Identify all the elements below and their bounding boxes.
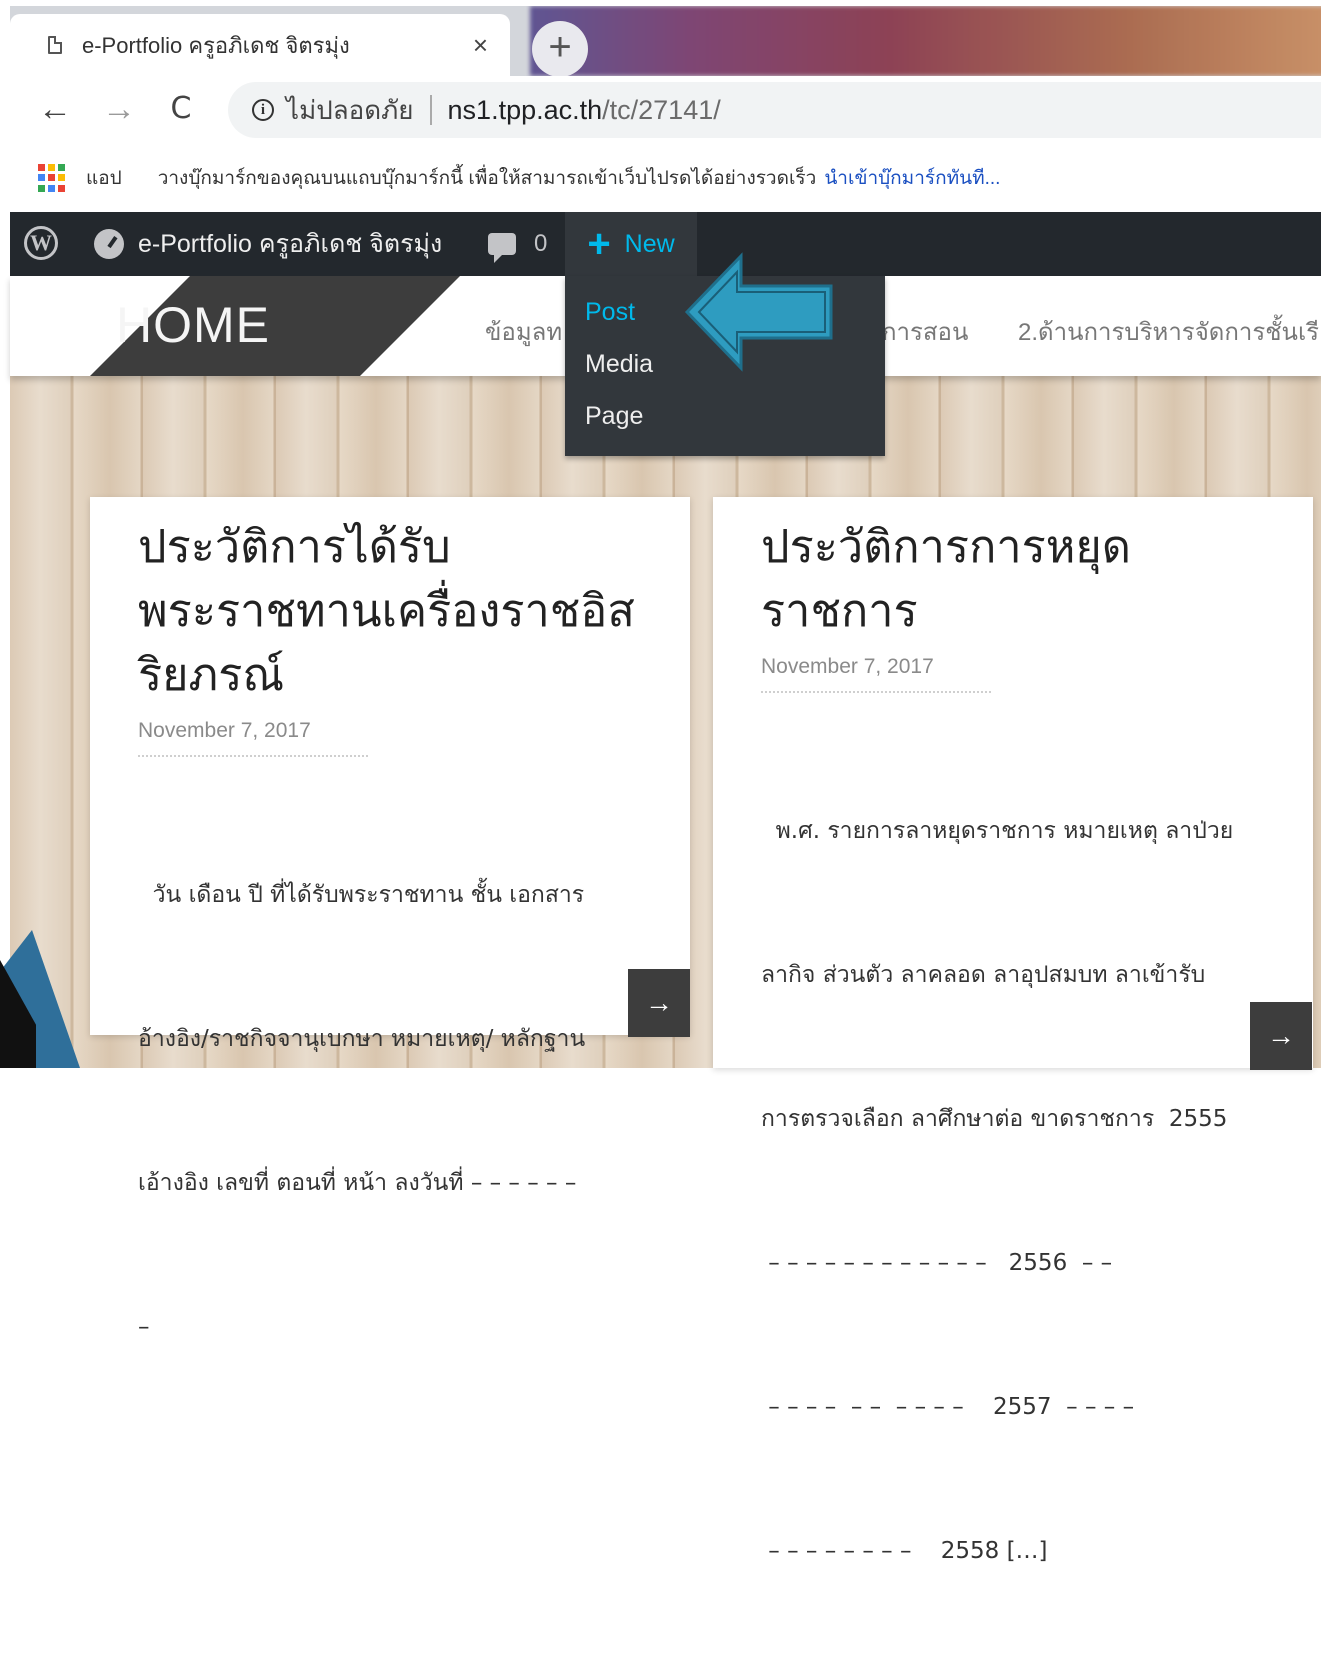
forward-arrow-icon[interactable]: → — [96, 86, 142, 132]
post-excerpt: พ.ศ. รายการลาหยุดราชการ หมายเหตุ ลาป่วย … — [761, 711, 1301, 1671]
browser-tab-strip: e-Portfolio ครูอภิเดช จิตรมุ่ง × + — [10, 6, 1321, 76]
tab-title: e-Portfolio ครูอภิเดช จิตรมุ่ง — [82, 32, 350, 58]
apps-grid-icon[interactable] — [38, 164, 66, 192]
bookmarks-hint: วางบุ๊กมาร์กของคุณบนแถบบุ๊กมาร์กนี้ เพื่… — [157, 168, 817, 189]
security-status[interactable]: ไม่ปลอดภัย — [286, 90, 414, 131]
bookmarks-bar: แอป วางบุ๊กมาร์กของคุณบนแถบบุ๊กมาร์กนี้ … — [10, 146, 1321, 210]
menu-item-about[interactable]: ข้อมูลท — [485, 312, 562, 351]
read-more-button[interactable]: → — [1250, 1002, 1312, 1070]
reload-icon[interactable]: C — [158, 86, 204, 132]
browser-toolbar: ← → C i ไม่ปลอดภัย ns1.tpp.ac.th/tc/2714… — [10, 76, 1321, 146]
post-title[interactable]: ประวัติการได้รับ พระราชทานเครื่องราชอิส … — [138, 515, 678, 707]
post-date[interactable]: November 7, 2017 — [761, 655, 991, 693]
new-tab-button[interactable]: + — [532, 21, 588, 76]
post-excerpt: วัน เดือน ปี ที่ได้รับพระราชทาน ชั้น เอก… — [138, 775, 678, 1447]
apps-label[interactable]: แอป — [86, 163, 122, 193]
menu-item-class-management[interactable]: 2.ด้านการบริหารจัดการชั้นเรี — [1018, 312, 1319, 351]
url-host[interactable]: ns1.tpp.ac.th — [448, 95, 603, 126]
dropdown-item-page[interactable]: Page — [585, 402, 643, 431]
new-label: New — [624, 229, 675, 258]
excerpt-line: – – – – – – – – – – – – 2556 – – — [761, 1250, 1113, 1276]
admin-new-button[interactable]: + New — [565, 212, 697, 276]
post-title[interactable]: ประวัติการการหยุด ราชการ — [761, 515, 1301, 643]
read-more-button[interactable]: → — [628, 969, 690, 1037]
callout-arrow-icon — [684, 252, 833, 372]
import-bookmarks-link[interactable]: นำเข้าบุ๊กมาร์กทันที... — [824, 163, 1000, 193]
address-bar[interactable]: i ไม่ปลอดภัย ns1.tpp.ac.th/tc/27141/ — [228, 82, 1321, 138]
info-icon[interactable]: i — [252, 99, 274, 121]
page-icon — [48, 36, 62, 54]
excerpt-line: – – – – – – – – 2558 […] — [761, 1538, 1048, 1564]
home-logo[interactable]: HOME — [116, 296, 270, 354]
omnibox-divider — [429, 95, 432, 125]
browser-tab[interactable]: e-Portfolio ครูอภิเดช จิตรมุ่ง × — [10, 14, 510, 76]
admin-site-title: e-Portfolio ครูอภิเดช จิตรมุ่ง — [138, 230, 443, 258]
excerpt-line: อ้างอิง/ราชกิจจานุเบกษา หมายเหตุ/ หลักฐา… — [138, 1026, 586, 1052]
dropdown-item-media[interactable]: Media — [585, 350, 653, 379]
post-title-line: ประวัติการได้รับ — [138, 520, 451, 573]
admin-comments[interactable]: 0 — [488, 212, 547, 276]
dropdown-item-post[interactable]: Post — [585, 298, 635, 327]
admin-site-name[interactable]: e-Portfolio ครูอภิเดช จิตรมุ่ง — [94, 212, 442, 276]
excerpt-line: ลากิจ ส่วนตัว ลาคลอด ลาอุปสมบท ลาเข้ารับ — [761, 962, 1206, 988]
menu-item-teaching[interactable]: การสอน — [882, 312, 968, 351]
post-title-line: ราชการ — [761, 584, 918, 637]
post-card: ประวัติการการหยุด ราชการ November 7, 201… — [713, 497, 1313, 1564]
excerpt-line: การตรวจเลือก ลาศึกษาต่อ ขาดราชการ 2555 — [761, 1106, 1228, 1132]
post-title-line: พระราชทานเครื่องราชอิส — [138, 584, 635, 637]
url-path[interactable]: /tc/27141/ — [602, 95, 721, 126]
plus-icon: + — [587, 222, 611, 266]
excerpt-line: – — [138, 1314, 150, 1340]
post-title-line: ริยภรณ์ — [138, 648, 285, 701]
background-tabs — [530, 6, 1321, 76]
post-title-line: ประวัติการการหยุด — [761, 520, 1132, 573]
excerpt-line: วัน เดือน ปี ที่ได้รับพระราชทาน ชั้น เอก… — [138, 882, 585, 908]
post-card: ประวัติการได้รับ พระราชทานเครื่องราชอิส … — [90, 497, 690, 1340]
excerpt-line: เอ้างอิง เลขที่ ตอนที่ หน้า ลงวันที่ – –… — [138, 1170, 577, 1196]
close-icon[interactable]: × — [473, 30, 488, 61]
excerpt-line: พ.ศ. รายการลาหยุดราชการ หมายเหตุ ลาป่วย — [761, 818, 1234, 844]
comment-count: 0 — [534, 230, 548, 257]
comment-bubble-icon — [488, 233, 516, 263]
excerpt-line: – – – – – – – – – – 2557 – – – – — [761, 1394, 1135, 1420]
wp-admin-bar: W e-Portfolio ครูอภิเดช จิตรมุ่ง 0 + New — [10, 212, 1321, 276]
wordpress-logo-icon[interactable]: W — [24, 226, 58, 260]
dashboard-icon — [94, 229, 124, 259]
back-arrow-icon[interactable]: ← — [32, 86, 78, 132]
post-date[interactable]: November 7, 2017 — [138, 719, 368, 757]
